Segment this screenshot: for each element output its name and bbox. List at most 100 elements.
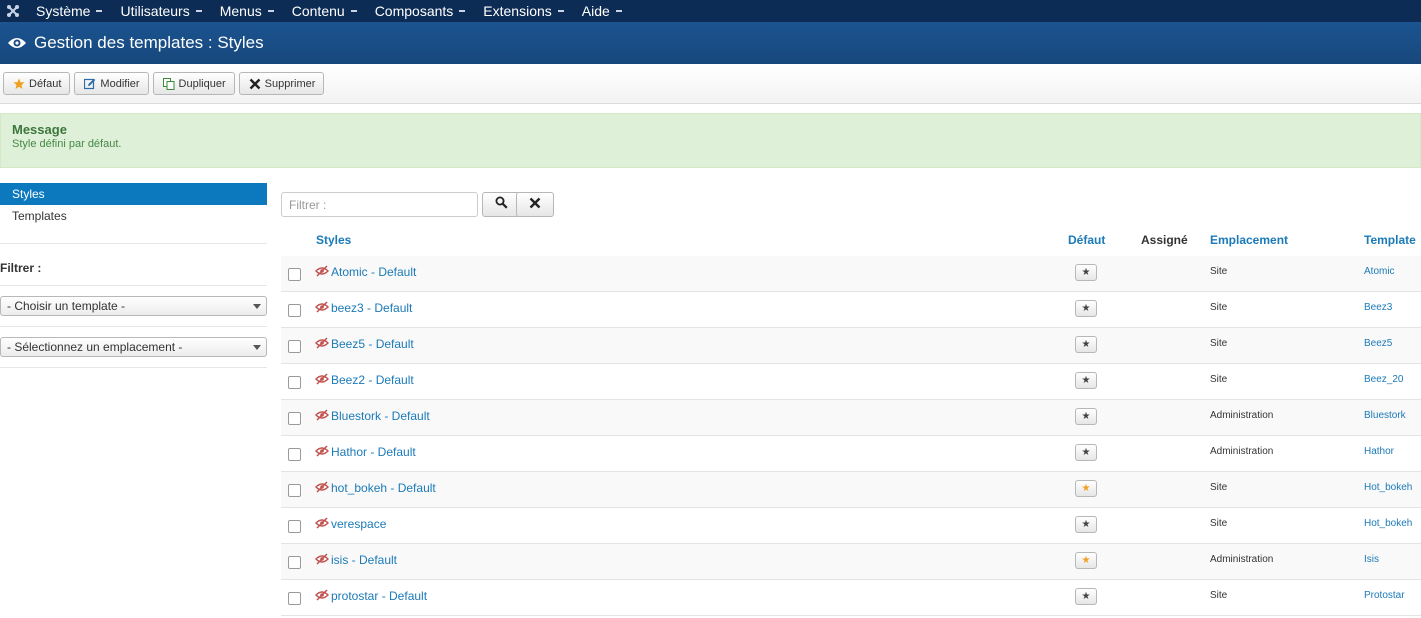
template-select-value: - Choisir un template - [7,299,126,313]
top-menu-item[interactable]: Système [26,3,110,19]
row-checkbox[interactable] [288,268,301,281]
table-row: hot_bokeh - Default ★ Site Hot_bokeh [281,472,1421,508]
row-checkbox[interactable] [288,592,301,605]
style-name-link[interactable]: Bluestork - Default [331,409,430,423]
row-checkbox[interactable] [288,556,301,569]
row-checkbox[interactable] [288,340,301,353]
set-default-star-icon[interactable]: ★ [1075,408,1097,425]
location-select-value: - Sélectionnez un emplacement - [7,340,183,354]
template-link[interactable]: Bluestork [1364,410,1406,421]
location-select[interactable]: - Sélectionnez un emplacement - [0,337,267,357]
chevron-down-icon [253,344,261,350]
message-title: Message [12,122,67,137]
set-default-star-icon[interactable]: ★ [1075,264,1097,281]
top-menu-item-label: Aide [581,3,610,19]
location-cell: Site [1210,482,1228,493]
delete-button[interactable]: Supprimer [238,72,325,95]
style-name-link[interactable]: verespace [331,517,386,531]
sidebar-item-styles[interactable]: Styles [0,183,267,205]
style-name-link[interactable]: Atomic - Default [331,265,416,279]
search-input[interactable]: Filtrer : [281,192,478,217]
table-row: Hathor - Default ★ Administration Hathor [281,436,1421,472]
unpublished-eye-icon [315,264,329,277]
template-link[interactable]: Beez5 [1364,338,1392,349]
template-link[interactable]: Hathor [1364,446,1394,457]
template-link[interactable]: Hot_bokeh [1364,518,1412,529]
template-select[interactable]: - Choisir un template - [0,296,267,316]
table-row: protostar - Default ★ Site Protostar [281,580,1421,616]
set-default-star-icon[interactable]: ★ [1075,372,1097,389]
location-cell: Administration [1210,446,1274,457]
style-name-link[interactable]: protostar - Default [331,589,427,603]
default-star-icon[interactable]: ★ [1075,480,1097,497]
set-default-star-icon[interactable]: ★ [1075,300,1097,317]
style-name-link[interactable]: Hathor - Default [331,445,416,459]
default-star-icon[interactable]: ★ [1075,552,1097,569]
top-menu-item[interactable]: Aide [572,3,630,19]
page-title: Gestion des templates : Styles [34,33,264,52]
row-checkbox[interactable] [288,304,301,317]
top-menu-bar: Système Utilisateurs Menus Contenu Composant… [0,0,1421,22]
default-button[interactable]: Défaut [3,72,71,95]
top-menu-item[interactable]: Menus [210,3,282,19]
top-menu-item[interactable]: Extensions [473,3,571,19]
column-header-default[interactable]: Défaut [1068,233,1105,247]
unpublished-eye-icon [315,588,329,601]
search-button[interactable] [482,192,520,217]
duplicate-button[interactable]: Dupliquer [152,72,235,95]
unpublished-eye-icon [315,480,329,493]
style-name-link[interactable]: isis - Default [331,553,397,567]
top-menu-item-label: Composants [374,3,454,19]
joomla-logo-icon[interactable] [0,0,26,22]
divider [0,285,267,286]
set-default-star-icon[interactable]: ★ [1075,516,1097,533]
table-row: Beez5 - Default ★ Site Beez5 [281,328,1421,364]
success-message: Message Style défini par défaut. [0,113,1421,168]
search-icon [495,196,508,214]
sidebar-item-templates[interactable]: Templates [0,205,267,227]
top-menu-item[interactable]: Contenu [282,3,365,19]
column-header-location[interactable]: Emplacement [1210,233,1288,247]
table-row: verespace ★ Site Hot_bokeh [281,508,1421,544]
table-row: beez3 - Default ★ Site Beez3 [281,292,1421,328]
copy-icon [162,77,175,90]
template-link[interactable]: Atomic [1364,266,1395,277]
row-checkbox[interactable] [288,448,301,461]
column-header-styles[interactable]: Styles [316,233,351,247]
template-link[interactable]: Protostar [1364,590,1405,601]
close-icon [249,78,261,90]
row-checkbox[interactable] [288,376,301,389]
dropdown-caret-icon [615,10,622,12]
search-placeholder: Filtrer : [289,197,327,212]
top-menu-item[interactable]: Utilisateurs [110,3,209,19]
template-link[interactable]: Beez3 [1364,302,1392,313]
row-checkbox[interactable] [288,412,301,425]
top-menu-item-label: Système [36,3,91,19]
column-header-template[interactable]: Template [1364,233,1416,247]
template-link[interactable]: Hot_bokeh [1364,482,1412,493]
top-menu-item[interactable]: Composants [365,3,474,19]
dropdown-caret-icon [96,10,103,12]
set-default-star-icon[interactable]: ★ [1075,336,1097,353]
set-default-star-icon[interactable]: ★ [1075,444,1097,461]
template-link[interactable]: Isis [1364,554,1379,565]
table-row: Atomic - Default ★ Site Atomic [281,256,1421,292]
top-menu-item-label: Menus [219,3,262,19]
top-menu: Système Utilisateurs Menus Contenu Composant… [26,3,630,19]
default-button-label: Défaut [29,77,62,90]
template-link[interactable]: Beez_20 [1364,374,1403,385]
style-name-link[interactable]: Beez5 - Default [331,337,414,351]
style-name-link[interactable]: hot_bokeh - Default [331,481,436,495]
unpublished-eye-icon [315,408,329,421]
edit-button[interactable]: Modifier [74,72,149,95]
row-checkbox[interactable] [288,520,301,533]
style-name-link[interactable]: beez3 - Default [331,301,412,315]
page-header: Gestion des templates : Styles [0,22,1421,64]
row-checkbox[interactable] [288,484,301,497]
clear-search-button[interactable] [516,192,554,217]
set-default-star-icon[interactable]: ★ [1075,588,1097,605]
dropdown-caret-icon [267,10,274,12]
table-header: Styles Défaut Assigné Emplacement Templa… [281,227,1421,256]
top-menu-item-label: Contenu [291,3,345,19]
style-name-link[interactable]: Beez2 - Default [331,373,414,387]
